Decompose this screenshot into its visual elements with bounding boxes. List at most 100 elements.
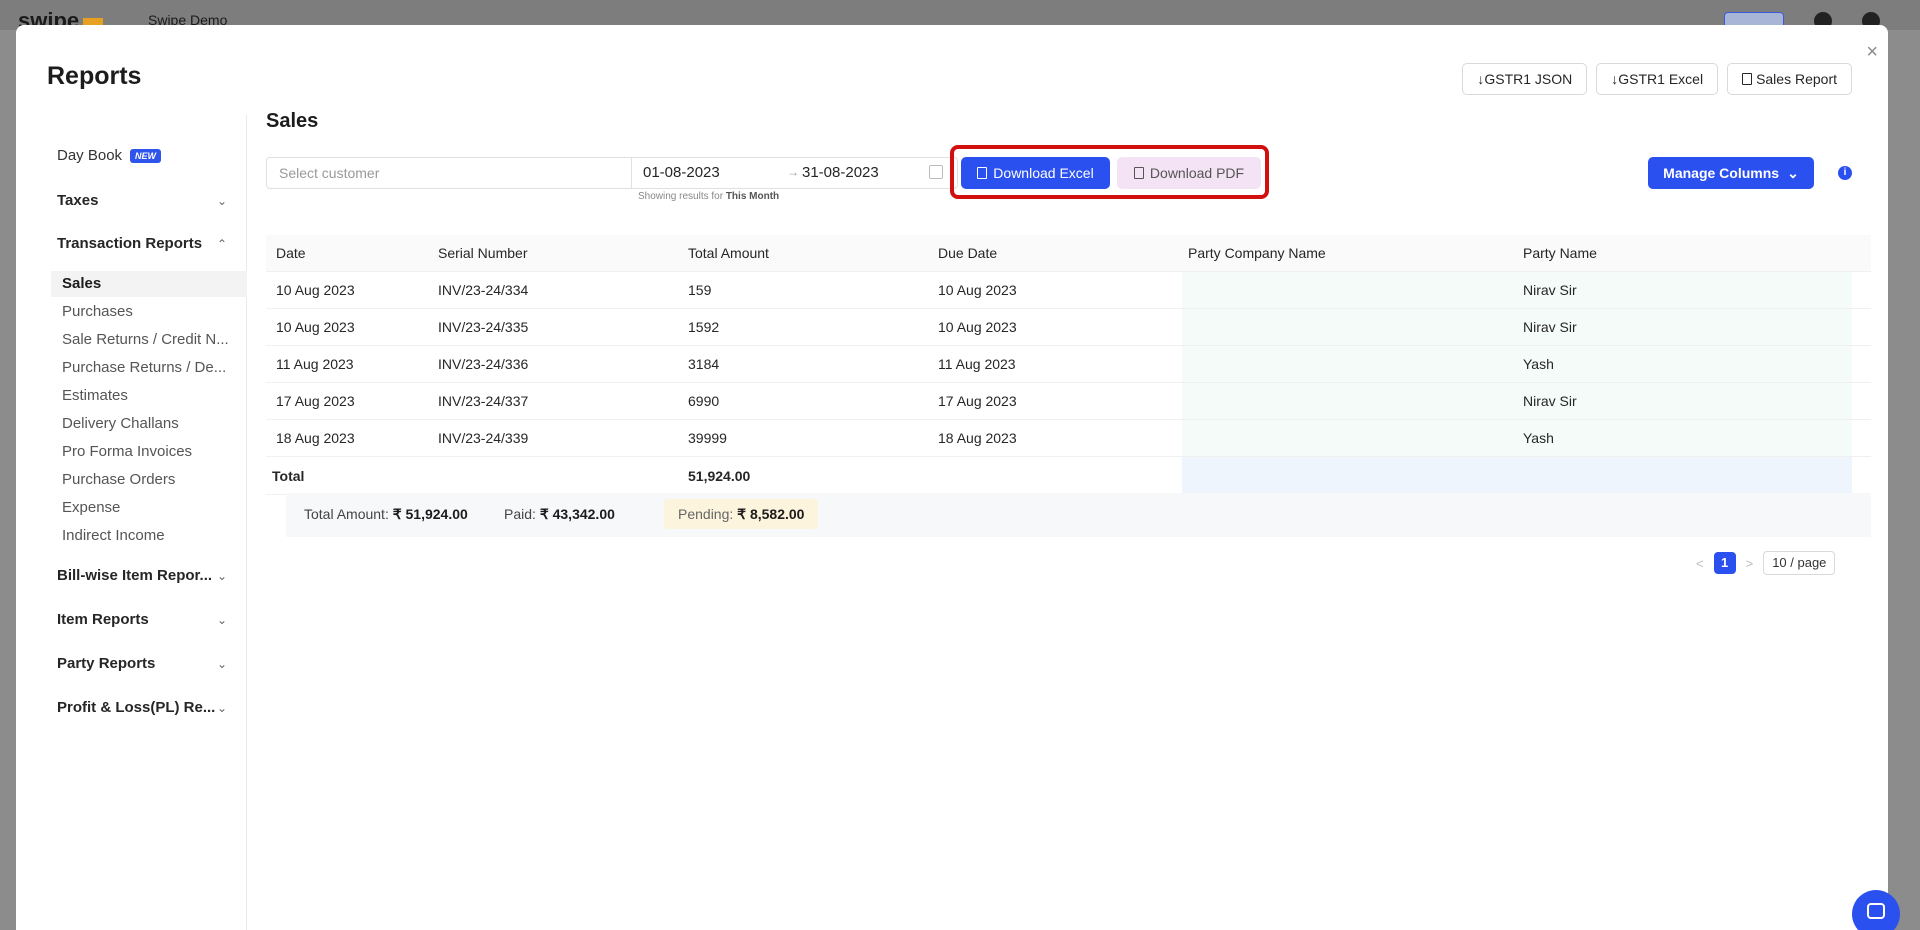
showing-results-note: Showing results for This Month <box>638 191 780 202</box>
cell-date: 10 Aug 2023 <box>276 319 355 335</box>
reports-sidebar: Day Book NEW Taxes ⌄ Transaction Reports ⌃ … <box>16 115 247 930</box>
cell-party: Nirav Sir <box>1523 319 1577 335</box>
prev-page-button[interactable]: < <box>1696 556 1704 571</box>
chevron-down-icon: ⌄ <box>216 193 227 208</box>
manage-columns-button[interactable]: Manage Columns ⌄ <box>1648 157 1814 189</box>
chevron-down-icon: ⌄ <box>216 612 227 627</box>
summary-pending: Pending: ₹ 8,582.00 <box>664 499 819 529</box>
sidebar-item-sales[interactable]: Sales <box>51 271 247 297</box>
chevron-down-icon: ⌄ <box>216 568 227 583</box>
cell-serial: INV/23-24/336 <box>438 356 529 372</box>
sidebar-group-item-reports[interactable]: Item Reports ⌄ <box>57 611 227 628</box>
chat-icon <box>1867 903 1885 919</box>
new-badge: NEW <box>130 149 162 164</box>
sales-report-button[interactable]: Sales Report <box>1727 63 1852 95</box>
document-icon <box>1742 73 1753 85</box>
cell-amount: 6990 <box>688 393 720 409</box>
arrow-right-icon: → <box>787 165 799 179</box>
table-total-row: Total 51,924.00 <box>266 457 1871 495</box>
customer-select[interactable]: Select customer <box>267 158 632 188</box>
sidebar-item-expense[interactable]: Expense <box>62 499 247 516</box>
table-header: Date Serial Number Total Amount Due Date… <box>266 235 1871 272</box>
excel-file-icon <box>977 167 988 179</box>
cell-party: Yash <box>1523 430 1554 446</box>
date-to-input[interactable]: 31-08-2023 <box>802 164 879 181</box>
table-row[interactable]: 18 Aug 2023 INV/23-24/339 39999 18 Aug 2023… <box>266 420 1871 457</box>
sidebar-group-taxes[interactable]: Taxes ⌄ <box>57 192 227 209</box>
column-header[interactable]: Due Date <box>938 245 997 261</box>
gstr1-json-button[interactable]: ↓GSTR1 JSON <box>1462 63 1588 95</box>
cell-date: 17 Aug 2023 <box>276 393 355 409</box>
page-size-select[interactable]: 10 / page <box>1763 551 1836 575</box>
cell-date: 18 Aug 2023 <box>276 430 355 446</box>
cell-party: Yash <box>1523 356 1554 372</box>
cell-serial: INV/23-24/337 <box>438 393 529 409</box>
sidebar-item-purchases[interactable]: Purchases <box>62 303 247 320</box>
sidebar-item-purchase-returns[interactable]: Purchase Returns / De... <box>62 359 247 376</box>
cell-due-date: 17 Aug 2023 <box>938 393 1017 409</box>
summary-paid: Paid: ₹ 43,342.00 <box>504 506 615 522</box>
table-row[interactable]: 11 Aug 2023 INV/23-24/336 3184 11 Aug 2023 Y… <box>266 346 1871 383</box>
cell-amount: 39999 <box>688 430 727 446</box>
cell-due-date: 18 Aug 2023 <box>938 430 1017 446</box>
download-excel-button[interactable]: Download Excel <box>961 157 1110 189</box>
sidebar-item-pro-forma[interactable]: Pro Forma Invoices <box>62 443 247 460</box>
total-label: Total <box>272 467 305 484</box>
column-header[interactable]: Serial Number <box>438 245 527 261</box>
calendar-icon[interactable] <box>929 165 943 179</box>
total-value: 51,924.00 <box>688 467 751 484</box>
cell-date: 11 Aug 2023 <box>276 356 354 372</box>
sidebar-group-transaction-reports[interactable]: Transaction Reports ⌃ <box>57 235 227 252</box>
date-from-input[interactable]: 01-08-2023 <box>643 164 720 181</box>
reports-modal: Reports × ↓GSTR1 JSON ↓GSTR1 Excel Sales… <box>16 25 1888 930</box>
table-row[interactable]: 17 Aug 2023 INV/23-24/337 6990 17 Aug 2023 N… <box>266 383 1871 420</box>
next-page-button[interactable]: > <box>1746 556 1754 571</box>
sidebar-item-sale-returns[interactable]: Sale Returns / Credit N... <box>62 331 247 348</box>
chat-support-button[interactable] <box>1852 890 1900 930</box>
sidebar-group-bill-wise[interactable]: Bill-wise Item Repor... ⌄ <box>57 567 227 584</box>
table-row[interactable]: 10 Aug 2023 INV/23-24/335 1592 10 Aug 2023 N… <box>266 309 1871 346</box>
column-header[interactable]: Party Name <box>1523 245 1597 261</box>
close-icon[interactable]: × <box>1866 41 1878 64</box>
cell-serial: INV/23-24/334 <box>438 282 529 298</box>
sidebar-item-delivery-challans[interactable]: Delivery Challans <box>62 415 247 432</box>
sidebar-item-day-book[interactable]: Day Book NEW <box>57 147 162 164</box>
top-actions: ↓GSTR1 JSON ↓GSTR1 Excel Sales Report <box>1462 63 1852 95</box>
table-row[interactable]: 10 Aug 2023 INV/23-24/334 159 10 Aug 2023 Ni… <box>266 272 1871 309</box>
column-header[interactable]: Date <box>276 245 306 261</box>
summary-bar: Total Amount: ₹ 51,924.00 Paid: ₹ 43,342… <box>286 493 1871 537</box>
download-pdf-button[interactable]: Download PDF <box>1117 157 1261 189</box>
cell-date: 10 Aug 2023 <box>276 282 355 298</box>
cell-amount: 1592 <box>688 319 720 335</box>
cell-due-date: 11 Aug 2023 <box>938 356 1016 372</box>
cell-party: Nirav Sir <box>1523 393 1577 409</box>
modal-title: Reports <box>47 62 142 90</box>
gstr1-excel-button[interactable]: ↓GSTR1 Excel <box>1596 63 1719 95</box>
info-icon[interactable]: i <box>1838 166 1852 180</box>
column-header[interactable]: Party Company Name <box>1188 245 1326 261</box>
sidebar-group-profit-loss[interactable]: Profit & Loss(PL) Re... ⌄ <box>57 699 227 716</box>
summary-total: Total Amount: ₹ 51,924.00 <box>304 506 468 522</box>
sidebar-item-indirect-income[interactable]: Indirect Income <box>62 527 247 544</box>
cell-due-date: 10 Aug 2023 <box>938 319 1017 335</box>
sidebar-group-party-reports[interactable]: Party Reports ⌄ <box>57 655 227 672</box>
sidebar-item-estimates[interactable]: Estimates <box>62 387 247 404</box>
page-1-button[interactable]: 1 <box>1713 552 1736 574</box>
sales-table: Date Serial Number Total Amount Due Date… <box>266 235 1871 495</box>
chevron-up-icon: ⌃ <box>216 236 227 251</box>
pagination: < 1 > 10 / page <box>1696 551 1836 575</box>
cell-serial: INV/23-24/339 <box>438 430 529 446</box>
column-header[interactable]: Total Amount <box>688 245 769 261</box>
cell-due-date: 10 Aug 2023 <box>938 282 1017 298</box>
cell-party: Nirav Sir <box>1523 282 1577 298</box>
sidebar-item-purchase-orders[interactable]: Purchase Orders <box>62 471 247 488</box>
page-title: Sales <box>266 110 319 132</box>
cell-serial: INV/23-24/335 <box>438 319 529 335</box>
chevron-down-icon: ⌄ <box>216 700 227 715</box>
pdf-file-icon <box>1133 167 1144 179</box>
cell-amount: 3184 <box>688 356 720 372</box>
chevron-down-icon: ⌄ <box>1787 164 1799 181</box>
filter-bar: Select customer 01-08-2023 → 31-08-2023 <box>266 157 958 189</box>
chevron-down-icon: ⌄ <box>216 656 227 671</box>
cell-amount: 159 <box>688 282 712 298</box>
